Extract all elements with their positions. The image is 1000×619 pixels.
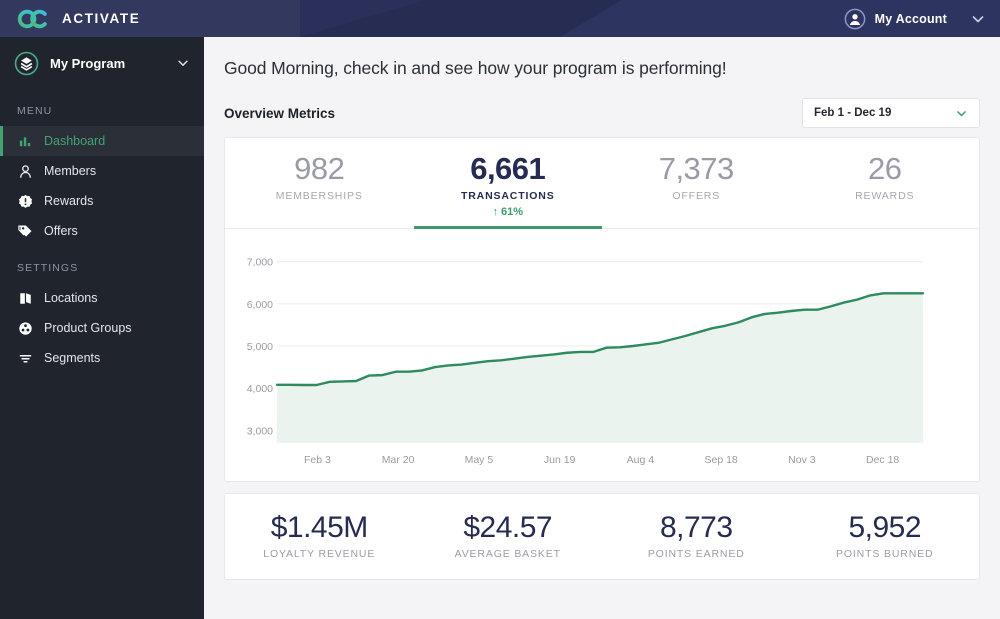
book-map-icon	[17, 290, 33, 306]
chevron-down-icon[interactable]	[955, 107, 968, 120]
product-circles-icon	[17, 320, 33, 336]
x-axis-tick-label: Feb 3	[304, 454, 331, 466]
sidebar-item-members[interactable]: Members	[0, 156, 204, 186]
page-title: Good Morning, check in and see how your …	[224, 58, 727, 78]
overview-header: Overview Metrics Feb 1 - Dec 19	[224, 98, 980, 128]
kpi-tab-memberships[interactable]: 982 MEMBERSHIPS	[225, 151, 414, 229]
date-range-selector[interactable]: Feb 1 - Dec 19	[802, 98, 980, 128]
top-bar: ACTIVATE My Account	[0, 0, 1000, 37]
sidebar-item-rewards[interactable]: Rewards	[0, 186, 204, 216]
kpi-tab-offers[interactable]: 7,373 OFFERS	[602, 151, 791, 229]
x-axis-tick-label: Nov 3	[788, 454, 816, 466]
kpi-label: TRANSACTIONS	[460, 189, 555, 202]
dashboard-app: ACTIVATE My Account My Program MENU Dash…	[0, 0, 1000, 619]
sidebar-item-locations[interactable]: Locations	[0, 283, 204, 313]
program-selector[interactable]: My Program	[0, 37, 204, 89]
kpi-underline	[602, 227, 791, 229]
y-axis-tick-label: 6,000	[247, 299, 273, 311]
sidebar-item-label: Members	[44, 164, 97, 178]
x-axis-tick-label: Sep 18	[704, 454, 737, 466]
x-axis-tick-label: May 5	[465, 454, 494, 466]
account-label: My Account	[874, 11, 947, 26]
kpi-label: OFFERS	[672, 189, 721, 202]
kpi-underline	[413, 225, 602, 229]
sidebar-item-label: Offers	[44, 224, 78, 238]
account-menu[interactable]: My Account	[844, 0, 986, 37]
layers-circle-icon	[14, 51, 39, 76]
filter-lines-icon	[17, 350, 33, 366]
x-axis-tick-label: Jun 19	[544, 454, 576, 466]
kpi-underline	[790, 227, 979, 229]
oc-logo-icon	[17, 7, 51, 31]
kpi-tab-transactions[interactable]: 6,661 TRANSACTIONS ↑ 61%	[413, 151, 602, 229]
kpi-value: 6,661	[470, 151, 546, 186]
sidebar-item-dashboard[interactable]: Dashboard	[0, 126, 204, 156]
sidebar-item-product-groups[interactable]: Product Groups	[0, 313, 204, 343]
kpi-value: 982	[294, 151, 345, 186]
y-axis-tick-label: 3,000	[247, 425, 273, 437]
metric-points-burned: 5,952 POINTS BURNED	[791, 511, 980, 560]
chevron-down-icon[interactable]	[956, 11, 986, 27]
y-axis-tick-label: 4,000	[247, 383, 273, 395]
metric-label: POINTS EARNED	[647, 547, 745, 560]
kpi-underline	[225, 227, 414, 229]
kpi-label: MEMBERSHIPS	[275, 189, 363, 202]
metric-label: POINTS BURNED	[836, 547, 934, 560]
metric-value: $1.45M	[270, 510, 369, 544]
kpi-tabs: 982 MEMBERSHIPS 6,661 TRANSACTIONS ↑ 61%…	[225, 138, 979, 229]
chevron-down-icon[interactable]	[176, 56, 190, 70]
sidebar-item-label: Segments	[44, 351, 101, 365]
x-axis-tick-label: Mar 20	[382, 454, 415, 466]
sidebar-item-label: Locations	[44, 291, 98, 305]
x-axis-tick-label: Aug 4	[627, 454, 655, 466]
sidebar-item-label: Rewards	[44, 194, 94, 208]
sidebar-item-segments[interactable]: Segments	[0, 343, 204, 373]
tag-icon	[17, 223, 33, 239]
sidebar-item-label: Dashboard	[44, 134, 106, 148]
sidebar-item-offers[interactable]: Offers	[0, 216, 204, 246]
kpi-delta: ↑ 61%	[492, 205, 524, 218]
metric-loyalty-revenue: $1.45M LOYALTY REVENUE	[225, 511, 414, 560]
metric-value: 8,773	[659, 510, 733, 544]
metric-points-earned: 8,773 POINTS EARNED	[602, 511, 791, 560]
date-range-label: Feb 1 - Dec 19	[814, 107, 892, 119]
kpi-tab-rewards[interactable]: 26 REWARDS	[790, 151, 979, 229]
metric-value: $24.57	[463, 510, 553, 544]
program-label: My Program	[50, 55, 126, 71]
chart-area-fill	[277, 292, 923, 443]
transactions-area-chart: 3,000 4,000 5,000 6,000 7,000 Feb 3 Mar 20 May …	[247, 256, 925, 466]
person-icon	[17, 163, 33, 179]
x-axis-tick-label: Dec 18	[866, 454, 899, 466]
brand[interactable]: ACTIVATE	[0, 7, 140, 31]
y-axis-tick-label: 5,000	[247, 341, 273, 353]
section-title: Overview Metrics	[224, 105, 336, 121]
sidebar-section-settings-title: SETTINGS	[17, 262, 79, 274]
main-content: Good Morning, check in and see how your …	[204, 37, 1000, 619]
sidebar-section-menu-title: MENU	[17, 105, 53, 117]
metric-label: AVERAGE BASKET	[454, 547, 561, 560]
metric-value: 5,952	[848, 510, 922, 544]
kpi-value: 26	[868, 151, 902, 186]
kpi-value: 7,373	[658, 151, 735, 186]
bar-chart-icon	[17, 133, 33, 149]
overview-metrics-card: 982 MEMBERSHIPS 6,661 TRANSACTIONS ↑ 61%…	[224, 137, 980, 482]
transactions-chart: 3,000 4,000 5,000 6,000 7,000 Feb 3 Mar 20 May …	[225, 229, 979, 481]
y-axis-tick-label: 7,000	[247, 256, 273, 268]
sidebar-item-label: Product Groups	[44, 321, 132, 335]
badge-seal-icon	[17, 193, 33, 209]
user-circle-icon	[844, 8, 866, 30]
secondary-metrics-card: $1.45M LOYALTY REVENUE $24.57 AVERAGE BA…	[224, 492, 980, 580]
kpi-label: REWARDS	[855, 189, 915, 202]
sidebar: My Program MENU Dashboard Members Reward…	[0, 37, 204, 619]
brand-name: ACTIVATE	[62, 11, 141, 26]
metric-label: LOYALTY REVENUE	[263, 547, 376, 560]
metric-average-basket: $24.57 AVERAGE BASKET	[414, 511, 603, 560]
